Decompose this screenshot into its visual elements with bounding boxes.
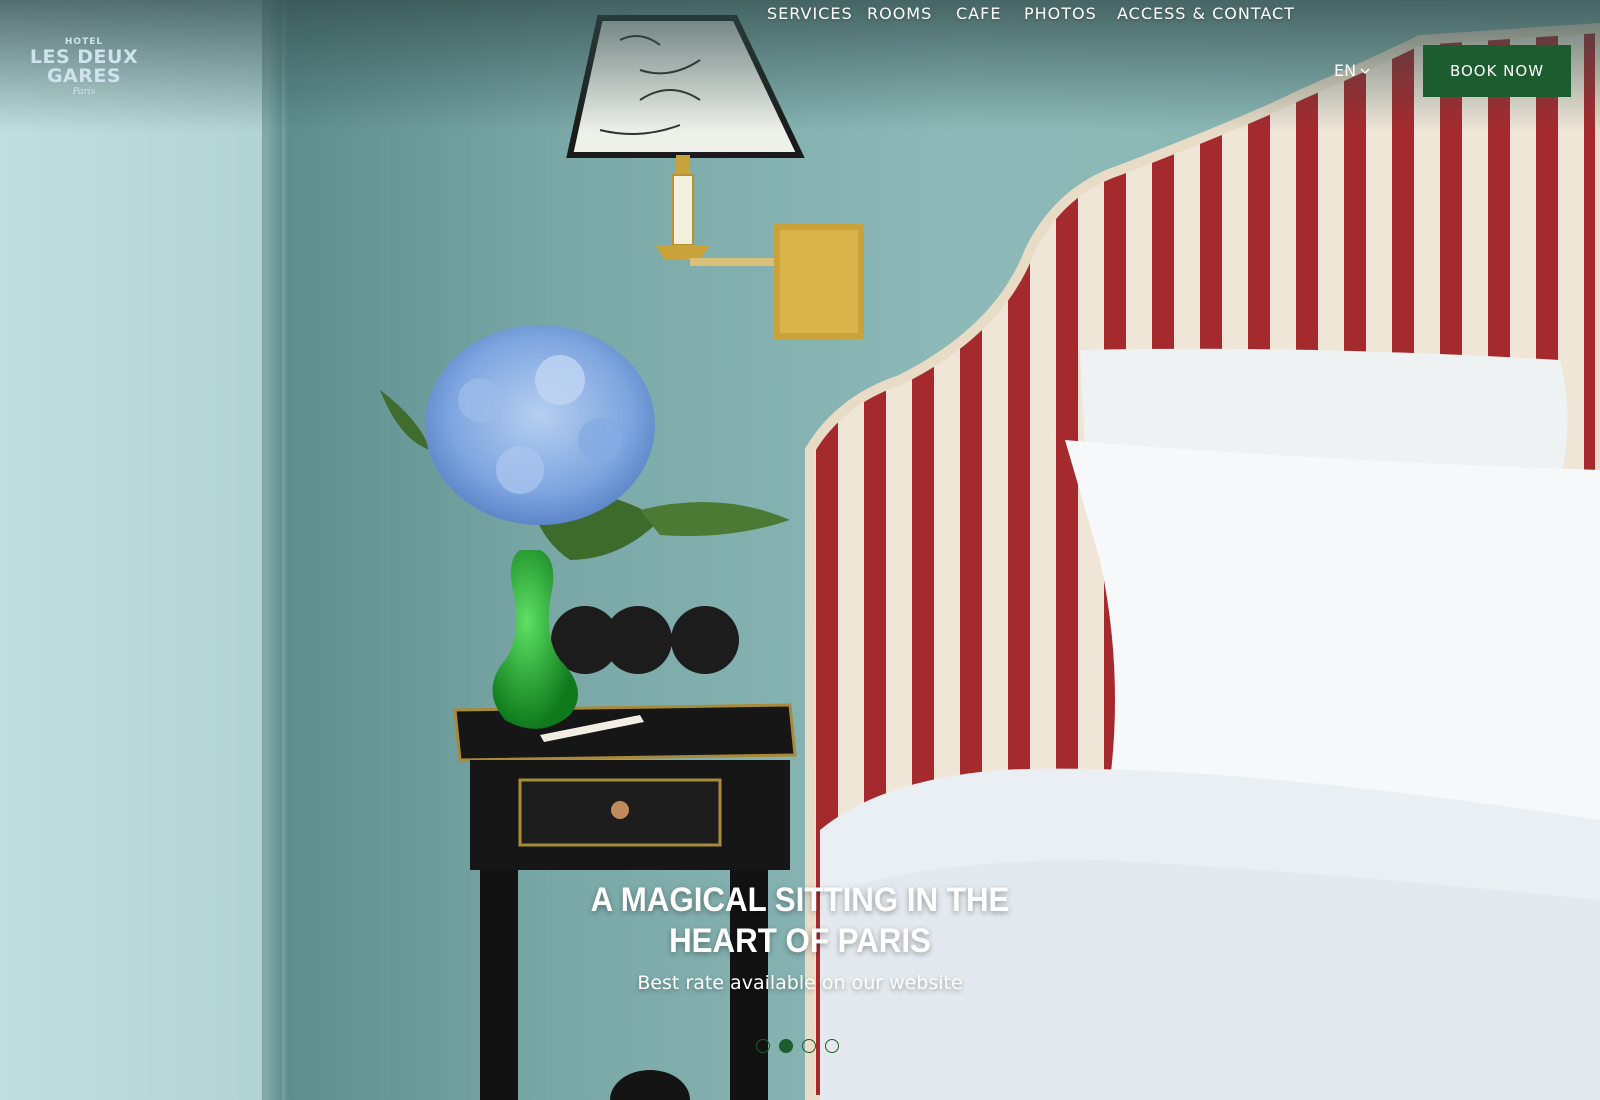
slider-dot[interactable] bbox=[756, 1039, 770, 1053]
hero-section: HOTEL LES DEUX GARES Paris SERVICES ROOM… bbox=[0, 0, 1600, 1100]
slider-dot-active[interactable] bbox=[779, 1039, 793, 1053]
hero-subtitle: Best rate available on our website bbox=[637, 972, 963, 994]
slider-dot[interactable] bbox=[802, 1039, 816, 1053]
language-selector[interactable]: EN bbox=[1334, 58, 1370, 84]
slider-pagination bbox=[756, 1039, 839, 1055]
hero-title-line-2: HEART OF PARIS bbox=[669, 922, 931, 960]
nav-photos[interactable]: PHOTOS bbox=[1024, 0, 1097, 28]
site-header: HOTEL LES DEUX GARES Paris SERVICES ROOM… bbox=[0, 0, 1600, 140]
hotel-logo[interactable]: HOTEL LES DEUX GARES Paris bbox=[28, 36, 140, 106]
hero-title-line-1: A MAGICAL SITTING IN THE bbox=[590, 881, 1010, 919]
hero-title: A MAGICAL SITTING IN THE HEART OF PARIS bbox=[579, 880, 1021, 962]
slider-dot[interactable] bbox=[825, 1039, 839, 1053]
nav-access-contact[interactable]: ACCESS & CONTACT bbox=[1117, 0, 1295, 28]
book-now-button[interactable]: BOOK NOW bbox=[1423, 45, 1571, 97]
logo-sub-text: Paris bbox=[72, 87, 96, 97]
language-label: EN bbox=[1334, 61, 1357, 80]
nav-rooms[interactable]: ROOMS bbox=[867, 0, 932, 28]
nav-services[interactable]: SERVICES bbox=[767, 0, 853, 28]
nav-cafe[interactable]: CAFE bbox=[956, 0, 1001, 28]
logo-line-2: GARES bbox=[46, 65, 122, 87]
chevron-down-icon bbox=[1360, 68, 1370, 75]
